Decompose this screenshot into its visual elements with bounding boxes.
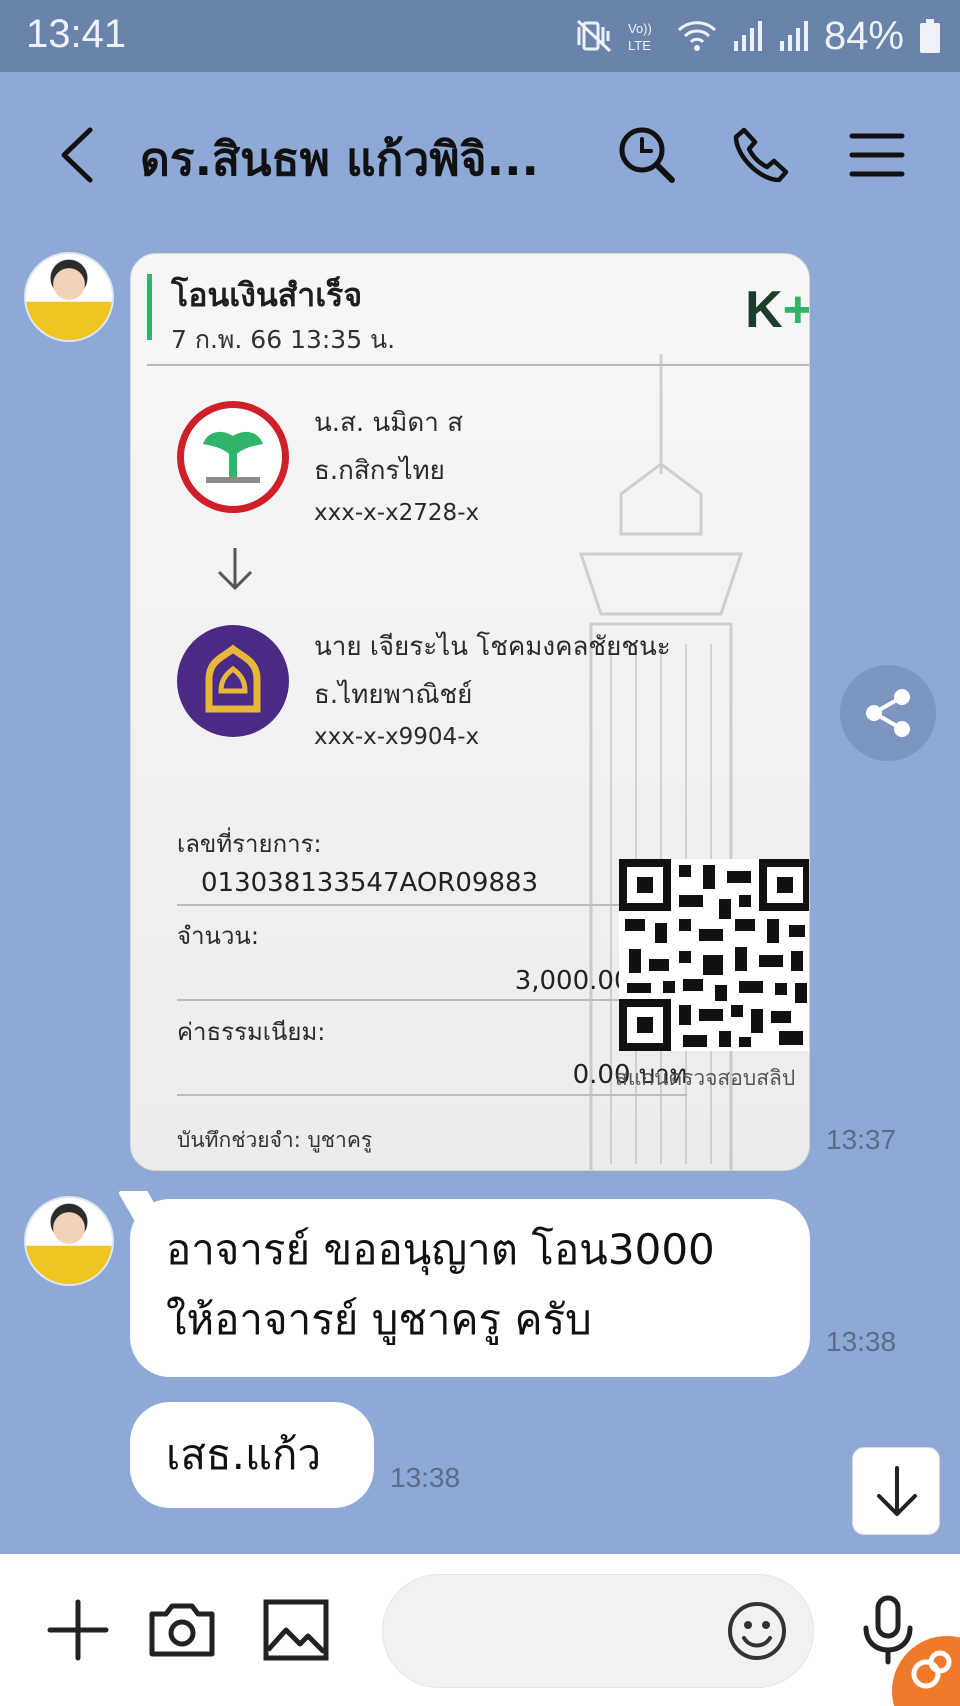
battery-icon [918, 18, 942, 54]
kplus-logo: K+ [745, 280, 810, 340]
status-icons: Vo)) LTE 84% [576, 12, 942, 60]
status-time: 13:41 [26, 12, 127, 56]
emoji-icon [728, 1602, 786, 1660]
back-icon [61, 127, 93, 183]
message-time: 13:38 [390, 1462, 461, 1493]
menu-button[interactable] [842, 120, 912, 190]
receiver-name: นาย เจียระไน โชคมงคลชัยชนะ [314, 632, 671, 662]
plus-icon [47, 1599, 109, 1661]
sender-name: น.ส. นมิดา ส [314, 408, 463, 438]
mute-vibrate-icon [576, 19, 612, 53]
memo-text: บันทึกช่วยจำ: บูชาครู [177, 1128, 373, 1152]
signal-icon [732, 19, 764, 53]
field-divider [177, 999, 687, 1001]
chat-header: ดร.สินธพ แก้วพิจิ... [0, 72, 960, 242]
wifi-icon [676, 19, 718, 53]
svg-text:LTE: LTE [628, 38, 651, 53]
message-time: 13:38 [826, 1326, 897, 1357]
receiver-bank: ธ.ไทยพาณิชย์ [314, 680, 473, 710]
slip-divider [147, 364, 809, 366]
sender-account: xxx-x-x2728-x [314, 500, 480, 526]
svg-text:Vo)): Vo)) [628, 21, 652, 36]
add-button[interactable] [42, 1594, 114, 1666]
camera-button[interactable] [146, 1594, 218, 1666]
kplus-letter: K [745, 281, 783, 339]
scroll-to-bottom-button[interactable] [852, 1447, 940, 1535]
fee-label: ค่าธรรมเนียม: [177, 1018, 326, 1046]
back-button[interactable] [50, 120, 110, 190]
amount-value: 3,000.00 บาท [514, 966, 687, 996]
message-text: เสธ.แก้ว [166, 1430, 322, 1479]
link-icon [911, 1650, 952, 1689]
scb-logo [177, 625, 289, 737]
search-button[interactable] [612, 120, 682, 190]
message-bubble[interactable]: เสธ.แก้ว [130, 1402, 374, 1508]
floating-app-badge[interactable] [892, 1636, 960, 1706]
slip-accent-bar [147, 274, 152, 340]
menu-icon [849, 133, 905, 177]
chat-title[interactable]: ดร.สินธพ แก้วพิจิ... [140, 124, 570, 194]
sender-bank: ธ.กสิกรไทย [314, 456, 445, 486]
battery-percent: 84% [823, 13, 904, 58]
amount-label: จำนวน: [177, 922, 259, 950]
avatar[interactable] [24, 1196, 114, 1286]
share-button[interactable] [840, 665, 936, 761]
message-bubble[interactable]: อาจารย์ ขออนุญาต โอน3000 ให้อาจารย์ บูชา… [117, 1191, 810, 1377]
image-icon [263, 1599, 329, 1661]
bubble-tail [117, 1191, 165, 1221]
camera-icon [149, 1603, 215, 1657]
message-time: 13:37 [826, 1124, 897, 1155]
call-button[interactable] [726, 120, 796, 190]
qr-caption: สแกนตรวจสอบสลิป [615, 1066, 796, 1090]
slip-title: โอนเงินสำเร็จ [171, 276, 363, 314]
slip-datetime: 7 ก.พ. 66 13:35 น. [171, 325, 396, 354]
message-text: อาจารย์ ขออนุญาต โอน3000 [166, 1225, 715, 1274]
kplus-plus: + [782, 281, 810, 339]
field-divider [177, 904, 687, 906]
signal-icon [778, 19, 810, 53]
reference-label: เลขที่รายการ: [177, 830, 322, 858]
gallery-button[interactable] [260, 1594, 332, 1666]
receiver-account: xxx-x-x9904-x [314, 724, 480, 750]
transfer-slip-image[interactable]: โอนเงินสำเร็จ 7 ก.พ. 66 13:35 น. K+ น.ส.… [130, 253, 810, 1171]
arrow-down-icon [217, 548, 253, 591]
kbank-logo [177, 401, 289, 513]
phone-icon [733, 127, 789, 183]
emoji-button[interactable] [726, 1600, 788, 1662]
qr-code [619, 859, 809, 1051]
fee-value: 0.00 บาท [572, 1060, 687, 1090]
field-divider [177, 1094, 687, 1096]
arrow-down-icon [877, 1466, 917, 1516]
volte-icon: Vo)) LTE [626, 19, 662, 53]
avatar[interactable] [24, 252, 114, 342]
share-icon [866, 689, 910, 737]
search-icon [619, 127, 675, 183]
message-text: ให้อาจารย์ บูชาครู ครับ [166, 1295, 592, 1344]
status-bar: 13:41 Vo)) LTE 84% [0, 0, 960, 72]
input-bar [0, 1554, 960, 1706]
reference-number: 013038133547AOR09883 [201, 868, 539, 898]
